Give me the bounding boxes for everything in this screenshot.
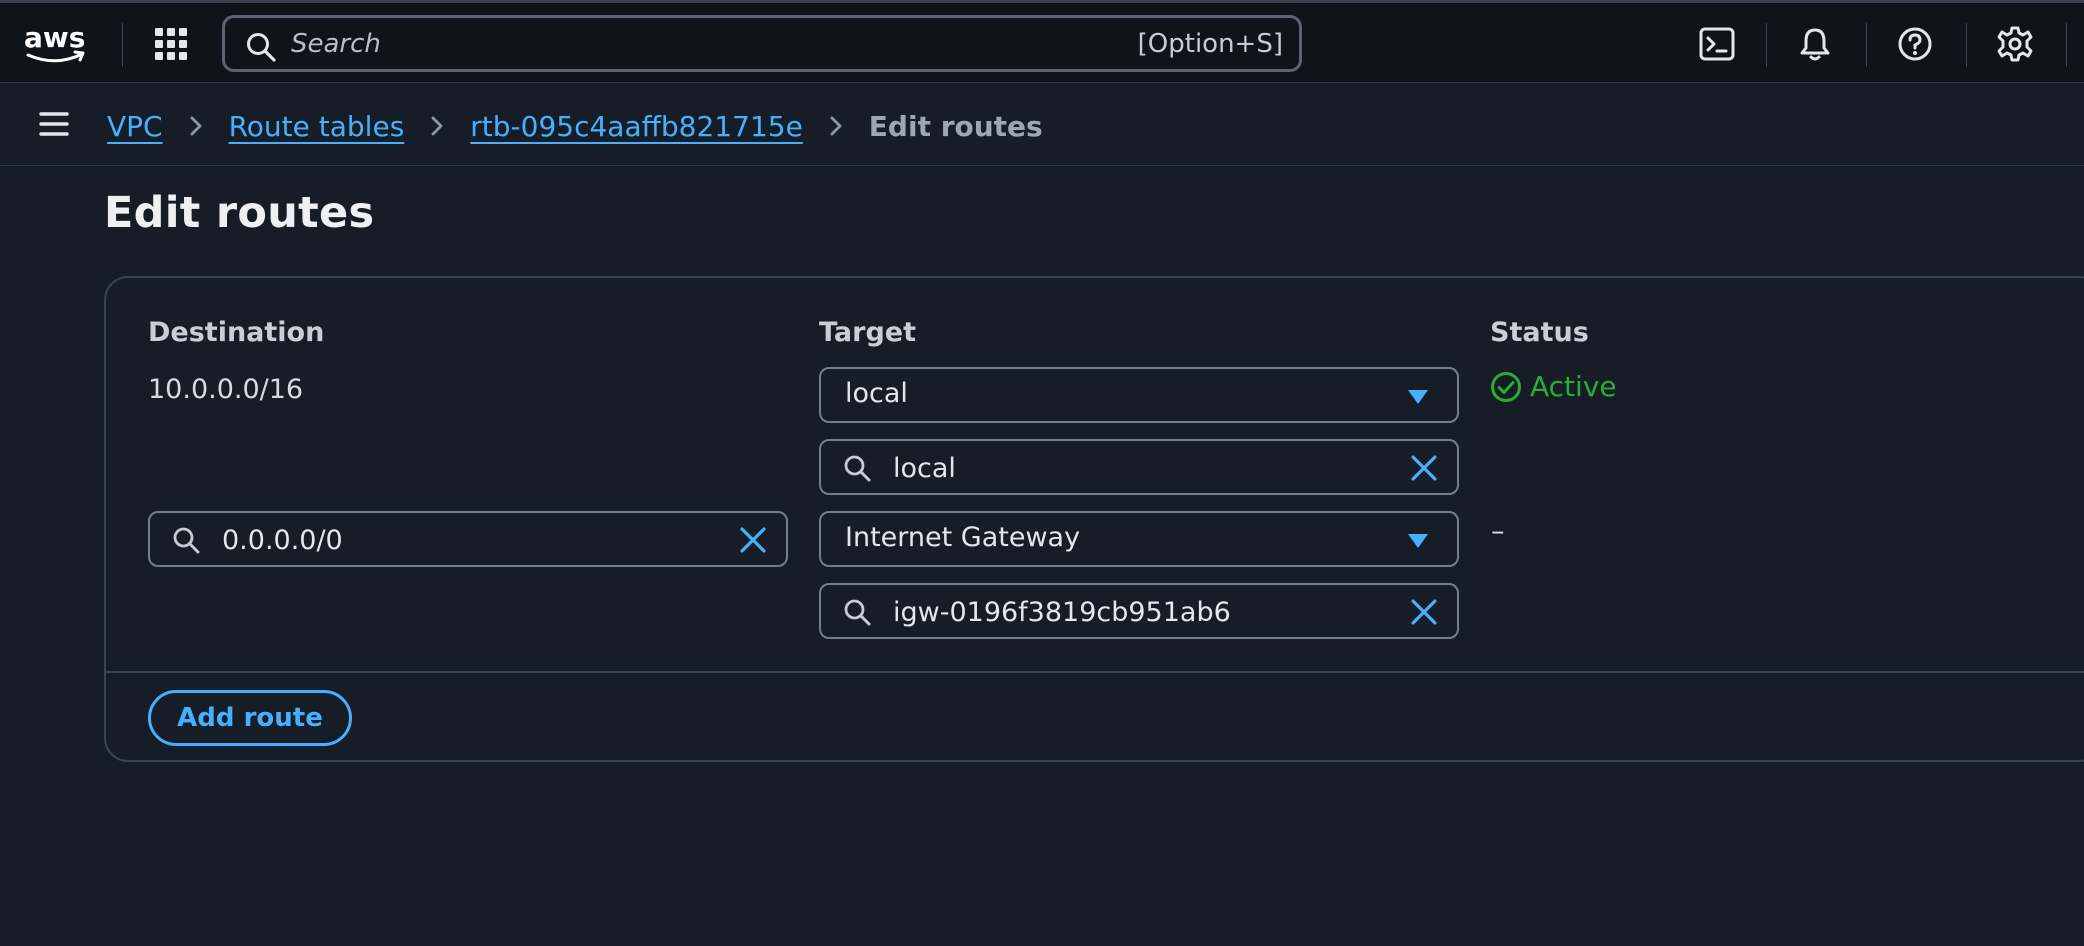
topbar-divider (1866, 23, 1867, 67)
breadcrumb-route-table-id[interactable]: rtb-095c4aaffb821715e (470, 110, 803, 143)
route-1-target-input[interactable] (893, 450, 1353, 486)
route-1-target-type-value: local (845, 378, 908, 409)
chevron-right-icon (431, 116, 443, 136)
route-1-target-search[interactable] (819, 439, 1459, 495)
topbar-divider (1966, 23, 1967, 67)
chevron-right-icon (830, 116, 842, 136)
help-icon[interactable] (1896, 25, 1934, 63)
apps-grid-icon[interactable] (152, 25, 190, 63)
topbar-divider (122, 23, 123, 67)
global-search[interactable]: [Option+S] (222, 15, 1302, 72)
caret-down-icon (1408, 390, 1428, 404)
chevron-right-icon (190, 116, 201, 136)
breadcrumb-route-tables[interactable]: Route tables (229, 110, 405, 143)
clear-x-icon[interactable] (1409, 453, 1439, 483)
search-icon (844, 455, 871, 482)
route-1-target-type-select[interactable]: local (819, 367, 1459, 423)
caret-down-icon (1408, 534, 1428, 548)
settings-gear-icon[interactable] (1996, 25, 2034, 63)
route-2-target-search[interactable] (819, 583, 1459, 639)
search-icon (247, 33, 276, 62)
column-header-target: Target (819, 317, 917, 348)
clear-x-icon[interactable] (738, 525, 768, 555)
breadcrumb-current: Edit routes (868, 109, 1043, 143)
add-route-button[interactable]: Add route (148, 690, 352, 746)
breadcrumb-bar: VPC Route tables rtb-095c4aaffb821715e E… (0, 84, 2084, 166)
aws-logo[interactable]: aws (22, 21, 92, 67)
page-title: Edit routes (104, 188, 375, 238)
aws-logo-text: aws (24, 21, 85, 54)
route-2-destination-search[interactable] (148, 511, 788, 567)
breadcrumb-vpc[interactable]: VPC (107, 110, 163, 143)
notifications-bell-icon[interactable] (1796, 25, 1834, 63)
route-2-target-type-select[interactable]: Internet Gateway (819, 511, 1459, 567)
search-icon (173, 527, 200, 554)
panel-divider (106, 671, 2084, 673)
route-1-destination: 10.0.0.0/16 (148, 374, 304, 405)
menu-hamburger-icon[interactable] (38, 108, 70, 140)
breadcrumb: VPC Route tables rtb-095c4aaffb821715e E… (107, 106, 1043, 146)
topbar-divider (1766, 23, 1767, 67)
success-check-icon (1491, 371, 1521, 402)
routes-panel: Destination Target Status 10.0.0.0/16 lo… (104, 276, 2084, 762)
topbar-divider (2066, 23, 2067, 67)
route-1-status: Active (1490, 370, 1617, 403)
top-navigation: aws [Option+S] (0, 0, 2084, 83)
cloudshell-icon[interactable] (1698, 25, 1736, 63)
route-2-target-input[interactable] (893, 594, 1353, 630)
route-2-target-type-value: Internet Gateway (845, 522, 1081, 553)
column-header-destination: Destination (148, 317, 325, 348)
route-2-destination-input[interactable] (222, 522, 682, 558)
clear-x-icon[interactable] (1409, 597, 1439, 627)
column-header-status: Status (1490, 317, 1589, 348)
route-1-status-text: Active (1530, 370, 1617, 403)
search-shortcut-hint: [Option+S] (1137, 29, 1283, 59)
route-2-status: – (1491, 516, 1505, 547)
search-input[interactable] (291, 26, 1091, 62)
search-icon (844, 599, 871, 626)
